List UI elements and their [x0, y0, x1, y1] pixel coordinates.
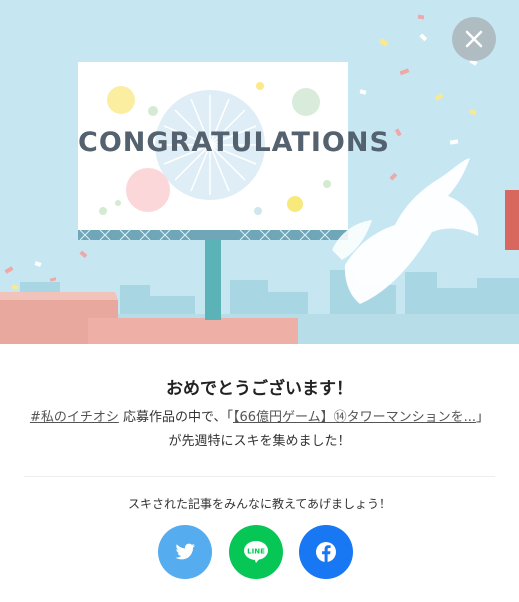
message-text-1: 応募作品の中で、「 — [118, 410, 233, 425]
twitter-icon — [175, 543, 195, 560]
award-message: #私のイチオシ 応募作品の中で、「【66億円ゲーム】⑭タワーマンションを...」… — [24, 406, 495, 454]
close-button[interactable] — [452, 17, 496, 61]
facebook-share-button[interactable] — [299, 525, 353, 579]
article-link[interactable]: 【66億円ゲーム】⑭タワーマンションを... — [233, 410, 476, 425]
twitter-share-button[interactable] — [158, 525, 212, 579]
share-prompt: スキされた記事をみんなに教えてあげましょう！ — [127, 497, 392, 511]
divider — [24, 476, 495, 477]
line-icon: LINE — [244, 541, 268, 563]
billboard-scene — [0, 0, 519, 344]
hashtag-link[interactable]: #私のイチオシ — [30, 410, 119, 425]
line-icon-label: LINE — [247, 548, 265, 556]
billboard-text: CONGRATULATIONS — [78, 127, 390, 158]
modal-body: おめでとうございます！ #私のイチオシ 応募作品の中で、「【66億円ゲーム】⑭タ… — [0, 344, 519, 602]
modal-title: おめでとうございます！ — [166, 379, 353, 399]
line-share-button[interactable]: LINE — [229, 525, 283, 579]
facebook-icon — [316, 542, 336, 562]
close-icon — [465, 30, 483, 48]
hero-illustration: CONGRATULATIONS — [0, 0, 519, 344]
share-buttons: LINE — [158, 525, 358, 579]
congratulations-modal: CONGRATULATIONS おめでとうございます！ #私のイチオシ 応募作品… — [0, 0, 519, 602]
